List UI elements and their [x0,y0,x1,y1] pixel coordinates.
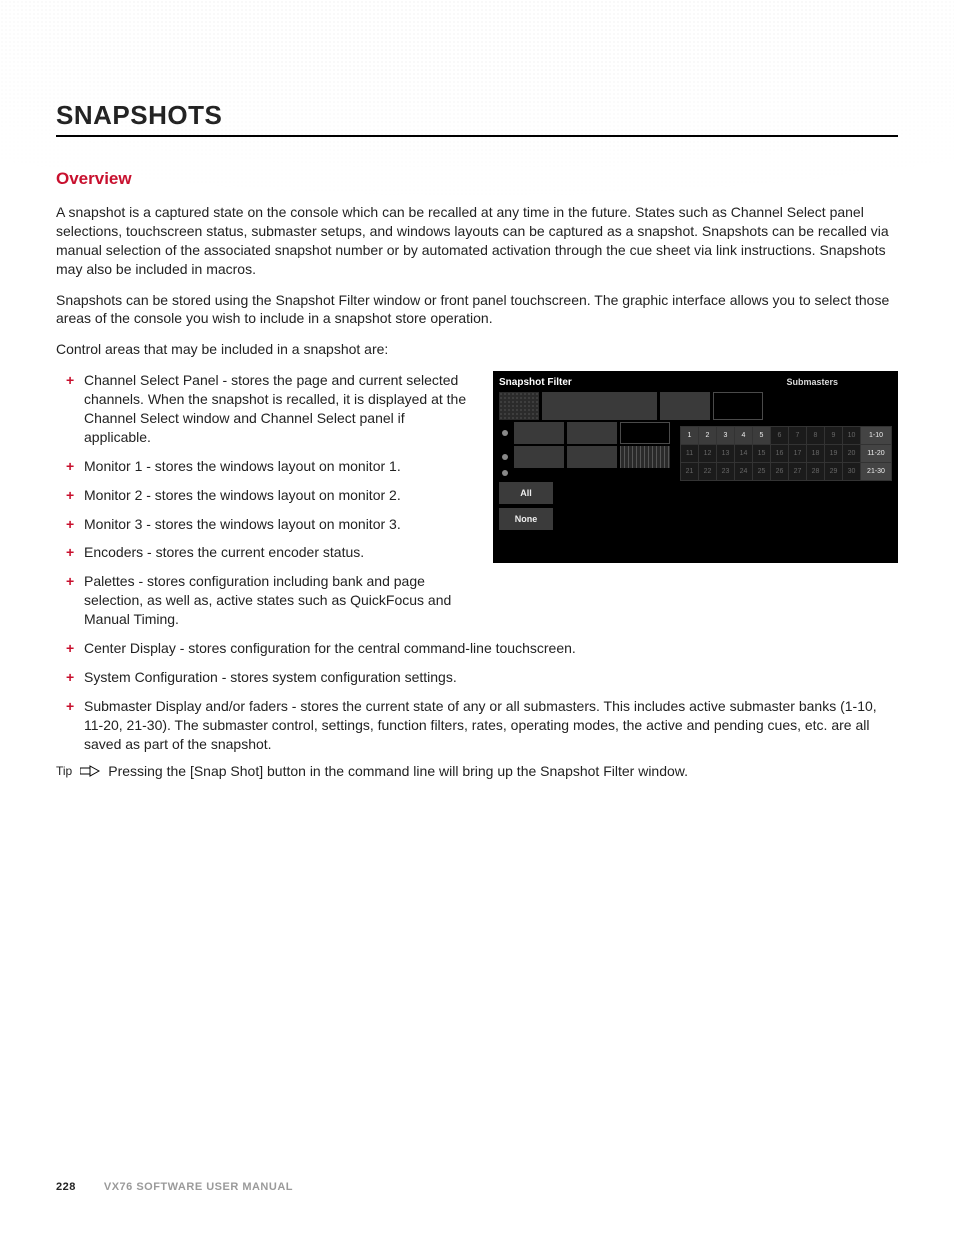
tip-row: Tip Pressing the [Snap Shot] button in t… [56,763,898,779]
submaster-cell[interactable]: 24 [735,463,753,481]
submaster-cell[interactable]: 5 [753,427,771,445]
intro-paragraph-1: A snapshot is a captured state on the co… [56,203,898,279]
submaster-cell[interactable]: 3 [717,427,735,445]
page-number: 228 [56,1181,76,1193]
none-button[interactable]: None [499,508,553,530]
intro-paragraph-3: Control areas that may be included in a … [56,340,898,359]
encoder-tile [620,446,670,468]
filter-tile [567,422,617,444]
submaster-range[interactable]: 11-20 [861,445,892,463]
submaster-cell[interactable]: 25 [753,463,771,481]
submaster-cell[interactable]: 18 [807,445,825,463]
manual-title: VX76 SOFTWARE USER MANUAL [104,1181,293,1193]
submaster-cell[interactable]: 1 [681,427,699,445]
filter-tile [542,392,657,420]
submaster-cell[interactable]: 19 [825,445,843,463]
submaster-cell[interactable]: 8 [807,427,825,445]
submaster-cell[interactable]: 10 [843,427,861,445]
tip-label: Tip [56,764,72,778]
submaster-cell[interactable]: 4 [735,427,753,445]
list-item: Channel Select Panel - stores the page a… [56,371,473,447]
pointer-icon [80,765,100,777]
filter-tile [514,446,564,468]
filter-tile [567,446,617,468]
tip-text: Pressing the [Snap Shot] button in the c… [108,763,688,779]
submaster-cell[interactable]: 9 [825,427,843,445]
submaster-cell[interactable]: 13 [717,445,735,463]
all-button[interactable]: All [499,482,553,504]
list-item: Monitor 1 - stores the windows layout on… [56,457,473,476]
submaster-cell[interactable]: 23 [717,463,735,481]
row-bullet [502,454,508,460]
filter-tile [514,422,564,444]
section-subheading: Overview [56,169,898,189]
heading-rule [56,135,898,137]
submasters-label: Submasters [786,377,838,387]
submaster-grid: 123456789101-101112131415161718192011-20… [680,426,892,481]
list-item: Submaster Display and/or faders - stores… [56,697,898,754]
submaster-cell[interactable]: 11 [681,445,699,463]
list-item: Monitor 3 - stores the windows layout on… [56,515,473,534]
submaster-cell[interactable]: 21 [681,463,699,481]
submaster-cell[interactable]: 15 [753,445,771,463]
submaster-cell[interactable]: 16 [771,445,789,463]
submaster-cell[interactable]: 2 [699,427,717,445]
channel-select-tile [499,392,539,420]
submaster-cell[interactable]: 12 [699,445,717,463]
list-item: Palettes - stores configuration includin… [56,572,473,629]
row-bullet [502,430,508,436]
page-footer: 228 VX76 SOFTWARE USER MANUAL [56,1181,293,1193]
page-heading: SNAPSHOTS [56,100,898,131]
submaster-cell[interactable]: 6 [771,427,789,445]
control-area-list-full: Center Display - stores configuration fo… [56,639,898,753]
list-item: Center Display - stores configuration fo… [56,639,898,658]
submaster-cell[interactable]: 29 [825,463,843,481]
submaster-cell[interactable]: 30 [843,463,861,481]
submaster-cell[interactable]: 17 [789,445,807,463]
submaster-range[interactable]: 1-10 [861,427,892,445]
list-item: Monitor 2 - stores the windows layout on… [56,486,473,505]
submaster-cell[interactable]: 28 [807,463,825,481]
list-item: System Configuration - stores system con… [56,668,898,687]
filter-tile [660,392,710,420]
submaster-cell[interactable]: 26 [771,463,789,481]
submaster-cell[interactable]: 27 [789,463,807,481]
control-area-list-narrow: Channel Select Panel - stores the page a… [56,371,473,629]
submaster-cell[interactable]: 7 [789,427,807,445]
list-item: Encoders - stores the current encoder st… [56,543,473,562]
snapshot-filter-figure: Snapshot Filter Submasters All None [493,371,898,563]
submaster-range[interactable]: 21-30 [861,463,892,481]
filter-tile [620,422,670,444]
submaster-cell[interactable]: 22 [699,463,717,481]
intro-paragraph-2: Snapshots can be stored using the Snapsh… [56,291,898,329]
submaster-cell[interactable]: 14 [735,445,753,463]
filter-tile [713,392,763,420]
row-bullet [502,470,508,476]
submaster-cell[interactable]: 20 [843,445,861,463]
